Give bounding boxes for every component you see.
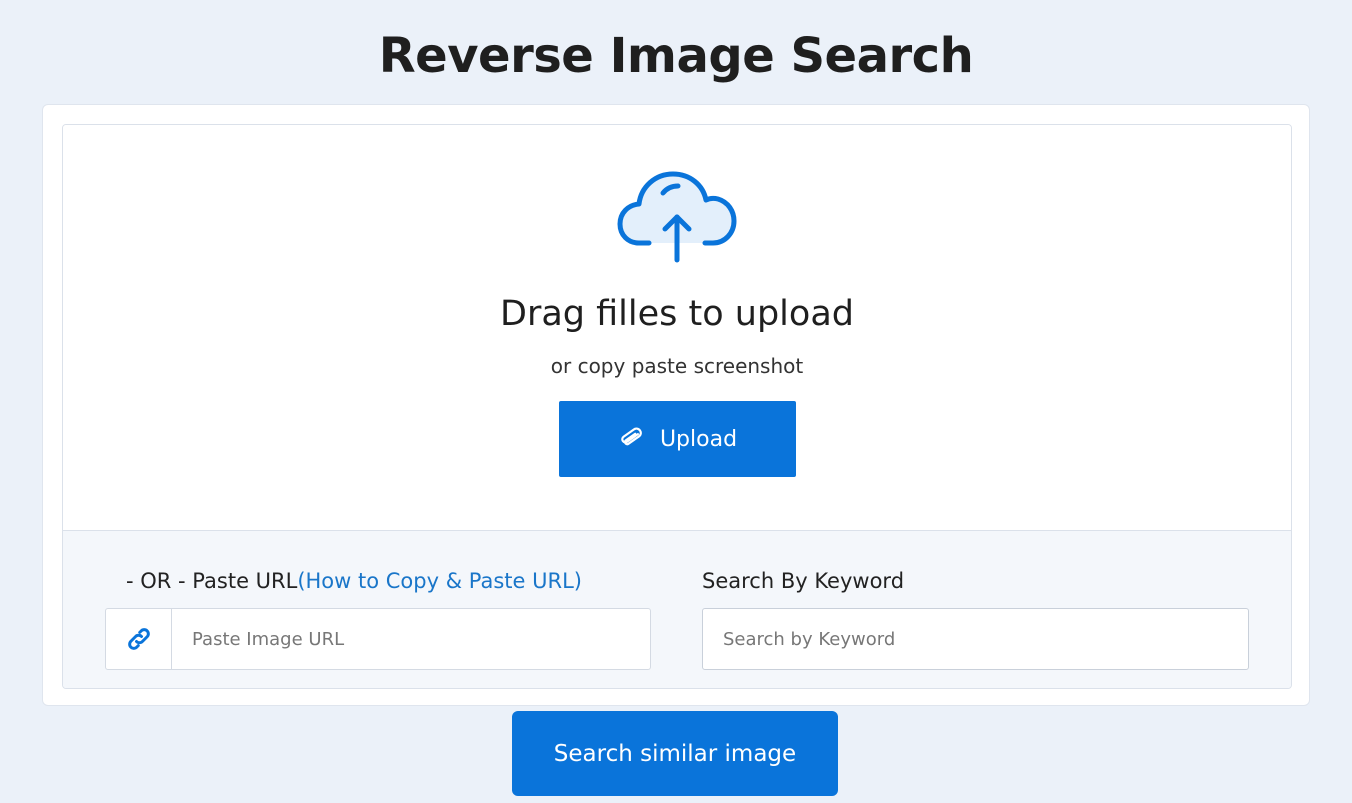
dropzone[interactable]: Drag filles to upload or copy paste scre… — [63, 125, 1291, 530]
url-label-prefix: - OR - Paste URL — [126, 569, 298, 593]
paperclip-icon — [621, 427, 642, 446]
drag-title: Drag filles to upload — [500, 294, 854, 334]
url-input[interactable] — [172, 609, 650, 669]
upload-button[interactable]: Upload — [559, 401, 796, 477]
url-label: - OR - Paste URL(How to Copy & Paste URL… — [126, 567, 582, 595]
page-title: Reverse Image Search — [378, 28, 974, 84]
keyword-input[interactable] — [702, 608, 1249, 670]
cloud-upload-icon — [617, 171, 737, 263]
link-icon — [127, 628, 150, 650]
drag-subtitle: or copy paste screenshot — [550, 354, 804, 378]
how-to-copy-link[interactable]: (How to Copy & Paste URL) — [297, 569, 582, 593]
url-input-group — [105, 608, 651, 670]
search-card: Drag filles to upload or copy paste scre… — [42, 104, 1310, 706]
upload-button-label: Upload — [659, 426, 738, 452]
upload-panel: Drag filles to upload or copy paste scre… — [62, 124, 1292, 689]
alternate-inputs: - OR - Paste URL(How to Copy & Paste URL… — [63, 530, 1291, 688]
link-icon-box — [106, 609, 172, 669]
keyword-label: Search By Keyword — [702, 569, 905, 593]
search-similar-button[interactable]: Search similar image — [512, 711, 838, 796]
